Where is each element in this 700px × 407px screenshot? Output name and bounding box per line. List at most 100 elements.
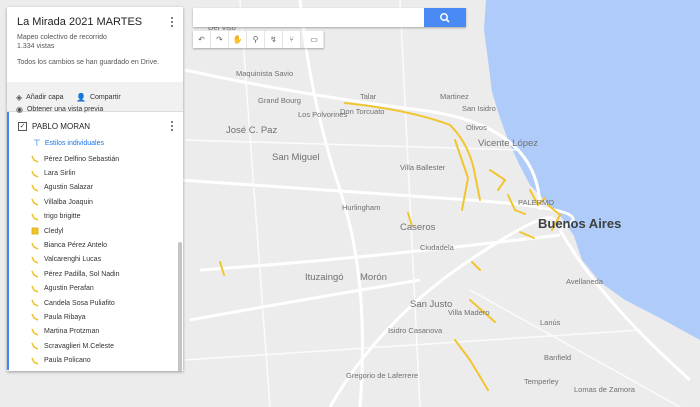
marker-icon: ⚲ (252, 35, 259, 44)
map-label: Don Torcuato (340, 107, 384, 116)
feature-item[interactable]: trigo brigitte (9, 210, 183, 224)
map-label: Banfield (544, 353, 571, 362)
polygon-icon (31, 227, 39, 235)
feature-label: Scravaglieri M.Celeste (44, 342, 115, 350)
feature-label: Agustin Perafan (44, 285, 94, 293)
feature-label: Pérez Padilla, Sol Nadin (44, 270, 120, 278)
layer-name[interactable]: PABLO MORAN (32, 122, 90, 131)
map-label: Villa Ballester (400, 163, 446, 172)
feature-label: Lara Sirlin (44, 170, 76, 178)
map-label: Buenos Aires (538, 216, 621, 231)
map-label: Martinez (440, 92, 469, 101)
layer-pablo-moran: ✓ PABLO MORAN ⊤ Estilos individuales Pér… (7, 112, 183, 371)
feature-item[interactable]: Cledyl (9, 224, 183, 238)
feature-label: Bianca Pérez Antelo (44, 242, 108, 250)
line-icon (31, 155, 39, 163)
feature-label: Pérez Delfino Sebastián (44, 155, 120, 163)
map-label: PALERMO (518, 198, 554, 207)
panel-actions: ◈ Añadir capa 👤 Compartir ◉ Obtener una vis… (7, 82, 183, 114)
paint-roller-icon: ⊤ (33, 138, 41, 148)
feature-label: Paula Ribaya (44, 313, 86, 321)
layer-style-button[interactable]: ⊤ Estilos individuales (9, 135, 183, 152)
ruler-icon: ▭ (310, 35, 318, 44)
feature-item[interactable]: Valcarenghi Lucas (9, 253, 183, 267)
layer-options-button[interactable] (169, 121, 175, 133)
line-icon (31, 299, 39, 307)
map-description: Mapeo colectivo de recorrido 1.334 vista… (17, 33, 173, 51)
line-icon (31, 357, 39, 365)
feature-item[interactable]: Villalba Joaquin (9, 195, 183, 209)
save-status: Todos los cambios se han guardado en Dri… (17, 59, 160, 66)
map-title[interactable]: La Mirada 2021 MARTES (17, 16, 173, 28)
line-icon (31, 242, 39, 250)
map-label: Temperley (524, 377, 559, 386)
feature-item[interactable]: Pérez Padilla, Sol Nadin (9, 267, 183, 281)
line-icon (31, 314, 39, 322)
map-label: Morón (360, 272, 387, 283)
map-legend-panel: La Mirada 2021 MARTES Mapeo colectivo de… (7, 7, 183, 371)
search-icon (440, 13, 450, 23)
map-label: San Miguel (272, 152, 320, 163)
map-views: 1.334 vistas (17, 43, 55, 50)
more-vert-icon (169, 17, 175, 27)
layer-visibility-checkbox[interactable]: ✓ (18, 122, 27, 131)
undo-button[interactable]: ↶ (193, 31, 211, 48)
map-label: Vicente López (478, 138, 538, 149)
feature-item[interactable]: Paula Policano (9, 353, 183, 367)
map-label: Ciudadela (420, 243, 455, 252)
line-icon (31, 285, 39, 293)
measure-button[interactable]: ▭ (305, 31, 324, 48)
feature-label: Villalba Joaquin (44, 198, 93, 206)
feature-label: Agustin Salazar (44, 184, 94, 192)
search-button[interactable] (424, 8, 466, 27)
hand-icon: ✋ (232, 35, 243, 44)
map-label: San Isidro (462, 104, 496, 113)
panel-header: La Mirada 2021 MARTES Mapeo colectivo de… (7, 7, 183, 82)
map-label: Lanús (540, 318, 561, 327)
map-label: Hurlingham (342, 203, 380, 212)
map-label: Isidro Casanova (388, 326, 443, 335)
draw-line-icon: ↯ (270, 35, 277, 44)
feature-item[interactable]: Paula Ribaya (9, 310, 183, 324)
undo-icon: ↶ (198, 35, 205, 44)
add-marker-button[interactable]: ⚲ (247, 31, 265, 48)
add-directions-button[interactable]: ⑂ (283, 31, 301, 48)
feature-item[interactable]: Candela Sosa Puliafito (9, 296, 183, 310)
map-label: José C. Paz (226, 125, 277, 136)
panel-scrollbar[interactable] (178, 242, 182, 371)
pan-tool-button[interactable]: ✋ (229, 31, 247, 48)
feature-label: Valcarenghi Lucas (44, 256, 102, 264)
feature-item[interactable]: Agustin Salazar (9, 181, 183, 195)
feature-label: Cledyl (44, 227, 64, 235)
feature-label: Paula Policano (44, 357, 91, 365)
draw-line-button[interactable]: ↯ (265, 31, 283, 48)
feature-item[interactable]: Bianca Pérez Antelo (9, 238, 183, 252)
feature-item[interactable]: Scravaglieri M.Celeste (9, 339, 183, 353)
feature-item[interactable]: Lara Sirlin (9, 166, 183, 180)
map-label: Lomas de Zamora (574, 385, 636, 394)
map-label: Villa Madero (448, 308, 490, 317)
map-label: Maquinista Savio (236, 69, 293, 78)
layer-header: ✓ PABLO MORAN (9, 112, 183, 135)
line-icon (31, 328, 39, 336)
map-search-box[interactable] (193, 8, 466, 27)
search-input[interactable] (193, 8, 418, 27)
redo-button[interactable]: ↷ (211, 31, 229, 48)
line-icon (31, 184, 39, 192)
line-icon (31, 256, 39, 264)
feature-item[interactable]: Agustin Perafan (9, 282, 183, 296)
map-label: Olivos (466, 123, 487, 132)
directions-icon: ⑂ (289, 35, 294, 44)
line-icon (31, 170, 39, 178)
feature-item[interactable]: Pérez Delfino Sebastián (9, 152, 183, 166)
line-icon (31, 342, 39, 350)
more-vert-icon (169, 121, 175, 131)
map-options-button[interactable] (169, 17, 175, 29)
map-label: Gregorio de Laferrere (346, 371, 418, 380)
feature-item[interactable]: Martina Protzman (9, 325, 183, 339)
feature-label: Martina Protzman (44, 328, 100, 336)
map-label: Caseros (400, 222, 436, 233)
line-icon (31, 199, 39, 207)
line-icon (31, 213, 39, 221)
map-label: Ituzaingó (305, 272, 344, 283)
